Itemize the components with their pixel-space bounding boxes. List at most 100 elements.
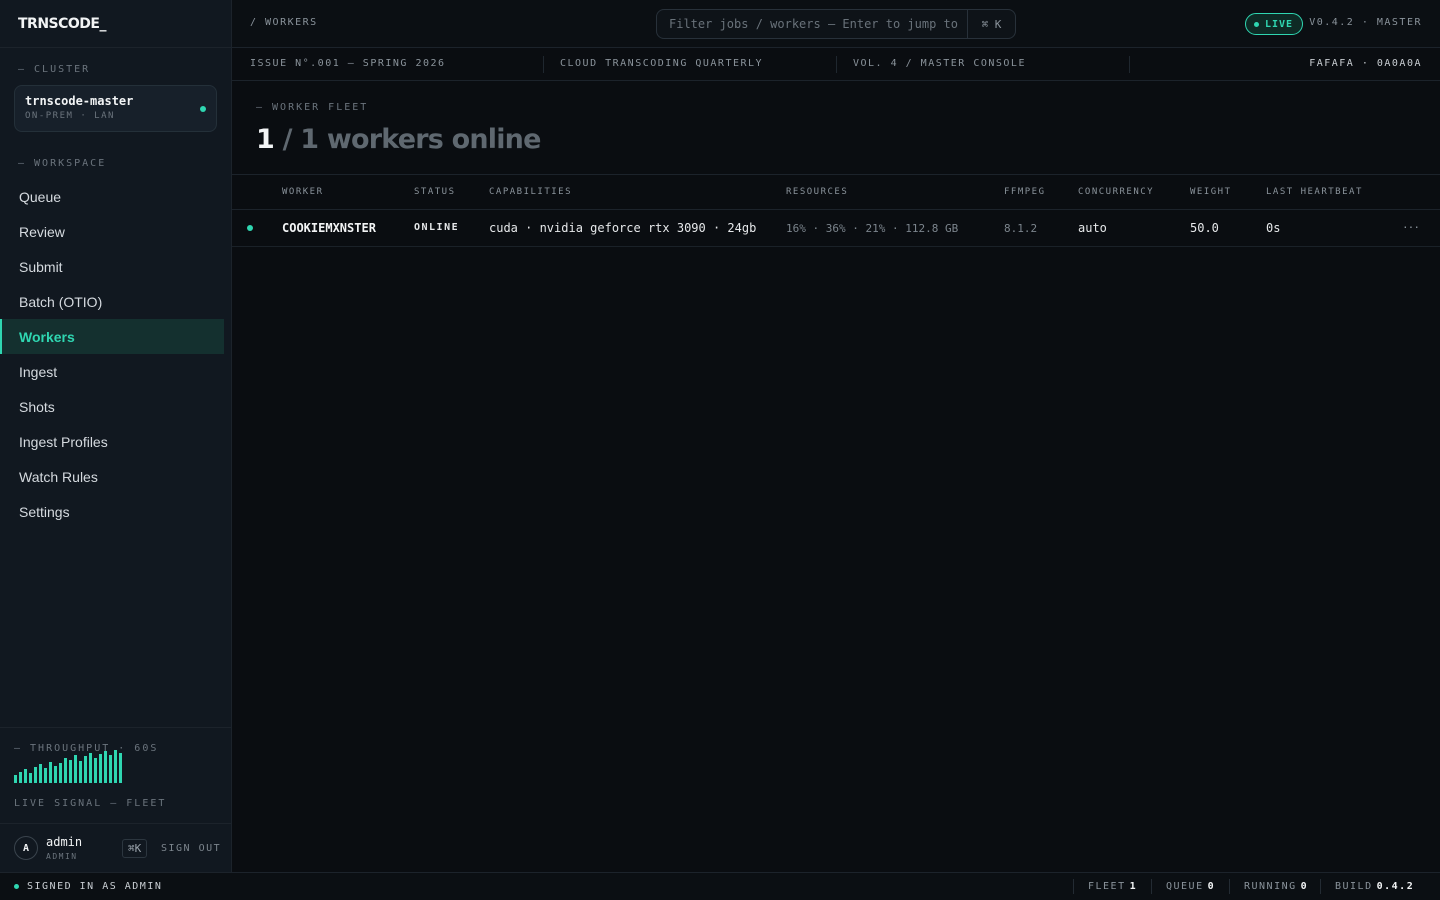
cluster-status-icon: [200, 106, 206, 112]
sidebar-item-batch-otio[interactable]: Batch (OTIO): [0, 284, 224, 319]
sidebar-item-shots[interactable]: Shots: [0, 389, 224, 424]
throughput-label: — THROUGHPUT · 60S: [14, 743, 159, 754]
volume-label: VOL. 4 / MASTER CONSOLE: [853, 58, 1026, 69]
user-name: admin: [46, 835, 83, 849]
worker-capabilities: cuda · nvidia geforce rtx 3090 · 24gb: [489, 221, 757, 235]
version-label: V0.4.2 · MASTER: [1309, 17, 1422, 28]
column-ffmpeg[interactable]: FFMPEG: [1004, 187, 1046, 197]
issue-bar: ISSUE N°.001 — SPRING 2026 CLOUD TRANSCO…: [232, 48, 1440, 81]
fleet-value: 1: [1129, 881, 1138, 892]
throughput-bar: [44, 768, 47, 783]
column-concurrency[interactable]: CONCURRENCY: [1078, 187, 1154, 197]
throughput-panel: — THROUGHPUT · 60S LIVE SIGNAL — FLEET: [0, 727, 231, 823]
divider: [1151, 879, 1152, 894]
throughput-bar: [49, 762, 52, 783]
workspace-section-label: — WORKSPACE: [18, 158, 107, 169]
throughput-bar: [114, 750, 117, 783]
sidebar-item-watch-rules[interactable]: Watch Rules: [0, 459, 224, 494]
running-count: RUNNING 0: [1244, 881, 1308, 892]
top-bar: / WORKERS ⌘ K LIVE V0.4.2 · MASTER: [232, 0, 1440, 48]
queue-value: 0: [1207, 881, 1216, 892]
column-weight[interactable]: WEIGHT: [1190, 187, 1232, 197]
sidebar-item-workers[interactable]: Workers: [0, 319, 224, 354]
worker-ffmpeg: 8.1.2: [1004, 222, 1038, 235]
throughput-bar: [69, 760, 72, 783]
live-indicator-icon: [1254, 21, 1259, 27]
logo-bar: TRNSCODE_: [0, 0, 231, 48]
throughput-bar: [84, 756, 87, 783]
sidebar-item-queue[interactable]: Queue: [0, 179, 224, 214]
command-palette-shortcut[interactable]: ⌘K: [122, 839, 148, 858]
throughput-bar: [104, 751, 107, 783]
signed-in-indicator: SIGNED IN AS ADMIN: [14, 881, 162, 892]
worker-heartbeat: 0s: [1266, 221, 1281, 235]
queue-label: QUEUE: [1166, 881, 1204, 892]
sidebar-item-settings[interactable]: Settings: [0, 494, 224, 529]
running-value: 0: [1300, 881, 1309, 892]
worker-name[interactable]: COOKIEMXNSTER: [282, 221, 376, 235]
live-signal-label: LIVE SIGNAL — FLEET: [14, 798, 167, 809]
throughput-bar: [79, 761, 82, 783]
throughput-bar: [59, 763, 62, 783]
worker-resources: 16% · 36% · 21% · 112.8 GB: [786, 222, 959, 235]
build-value: 0.4.2: [1376, 881, 1415, 892]
sign-out-button[interactable]: SIGN OUT: [161, 843, 221, 854]
worker-status-icon: [247, 225, 253, 231]
page-title: 1 / 1 workers online: [256, 124, 541, 155]
live-status-badge[interactable]: LIVE: [1245, 13, 1304, 35]
sidebar-item-submit[interactable]: Submit: [0, 249, 224, 284]
online-count: 1: [256, 124, 275, 155]
throughput-bar: [29, 773, 32, 783]
divider: [1320, 879, 1321, 894]
breadcrumb: / WORKERS: [250, 17, 318, 28]
throughput-bar: [34, 767, 37, 783]
column-capabilities[interactable]: CAPABILITIES: [489, 187, 572, 197]
fleet-count: FLEET 1: [1088, 881, 1137, 892]
column-last-heartbeat[interactable]: LAST HEARTBEAT: [1266, 187, 1363, 197]
throughput-bar: [19, 772, 22, 783]
user-bar: A admin ADMIN ⌘K SIGN OUT: [0, 823, 231, 872]
throughput-bar: [64, 758, 67, 783]
column-resources[interactable]: RESOURCES: [786, 187, 848, 197]
cluster-name: trnscode-master: [25, 94, 134, 108]
divider: [543, 56, 544, 73]
table-row[interactable]: COOKIEMXNSTER ONLINE cuda · nvidia gefor…: [232, 210, 1440, 247]
search-input[interactable]: [657, 10, 967, 38]
search-shortcut[interactable]: ⌘ K: [967, 10, 1015, 38]
worker-concurrency[interactable]: auto: [1078, 221, 1107, 235]
throughput-bar: [24, 769, 27, 783]
sidebar-item-ingest[interactable]: Ingest: [0, 354, 224, 389]
cluster-selector[interactable]: trnscode-master ON-PREM · LAN: [14, 85, 217, 132]
throughput-bar: [109, 755, 112, 783]
live-label: LIVE: [1265, 18, 1294, 30]
sidebar-item-review[interactable]: Review: [0, 214, 224, 249]
throughput-bar: [39, 764, 42, 783]
column-status[interactable]: STATUS: [414, 187, 456, 197]
status-bar: SIGNED IN AS ADMIN FLEET 1 QUEUE 0 RUNNING…: [0, 872, 1440, 900]
cluster-location: ON-PREM · LAN: [25, 111, 115, 121]
worker-status: ONLINE: [414, 222, 460, 233]
divider: [1129, 56, 1130, 73]
column-worker[interactable]: WORKER: [282, 187, 324, 197]
search-box: ⌘ K: [656, 9, 1016, 39]
fleet-section-label: — WORKER FLEET: [256, 102, 369, 113]
app-logo[interactable]: TRNSCODE_: [18, 16, 107, 32]
row-menu-icon[interactable]: ···: [1403, 218, 1420, 234]
divider: [1073, 879, 1074, 894]
divider: [836, 56, 837, 73]
running-label: RUNNING: [1244, 881, 1297, 892]
sidebar-item-ingest-profiles[interactable]: Ingest Profiles: [0, 424, 224, 459]
throughput-bar: [119, 753, 122, 783]
cluster-section-label: — CLUSTER: [18, 64, 91, 75]
throughput-bar: [54, 766, 57, 783]
sidebar: TRNSCODE_ — CLUSTER trnscode-master ON-P…: [0, 0, 232, 872]
table-header: WORKER STATUS CAPABILITIES RESOURCES FFM…: [232, 174, 1440, 210]
throughput-bar: [74, 755, 77, 783]
signed-in-label: SIGNED IN AS ADMIN: [27, 881, 163, 892]
build-version: BUILD 0.4.2: [1335, 881, 1414, 892]
avatar[interactable]: A: [14, 836, 38, 860]
issue-number: ISSUE N°.001 — SPRING 2026: [250, 58, 446, 69]
total-workers: / 1 workers online: [282, 124, 542, 155]
worker-weight[interactable]: 50.0: [1190, 221, 1219, 235]
throughput-bar: [94, 758, 97, 783]
